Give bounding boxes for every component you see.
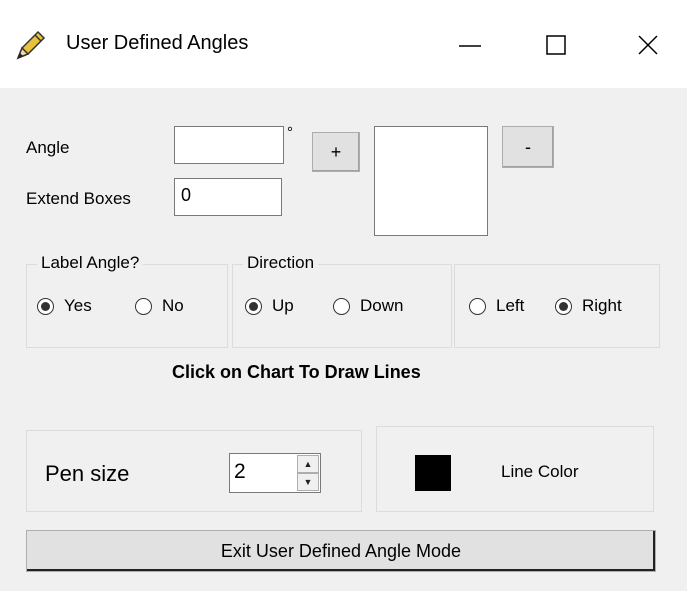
radio-circle [333, 297, 350, 315]
minimize-icon [459, 45, 481, 47]
label-angle-no-radio[interactable]: No [135, 296, 184, 316]
direction-down-radio[interactable]: Down [333, 296, 403, 316]
pencil-icon [16, 30, 46, 60]
stepper-arrows: ▲ ▼ [297, 455, 319, 491]
pen-size-value: 2 [234, 460, 246, 483]
degree-symbol: ° [287, 124, 293, 141]
extend-boxes-input[interactable]: 0 [174, 178, 282, 216]
angle-input[interactable] [174, 126, 284, 164]
line-color-swatch[interactable] [415, 455, 451, 491]
radio-selected-dot [559, 301, 568, 311]
radio-label: No [162, 296, 184, 315]
label-angle-yes-radio[interactable]: Yes [37, 296, 92, 316]
minimize-button[interactable] [442, 20, 498, 70]
pen-size-label: Pen size [45, 461, 130, 486]
close-button[interactable] [620, 20, 676, 70]
close-icon [638, 35, 658, 55]
radio-circle [469, 297, 486, 315]
direction-right-radio[interactable]: Right [555, 296, 622, 316]
angle-label: Angle [26, 138, 70, 157]
direction-up-radio[interactable]: Up [245, 296, 294, 316]
pen-size-stepper[interactable]: 2 ▲ ▼ [229, 453, 321, 493]
label-angle-title: Label Angle? [37, 253, 144, 273]
radio-circle [37, 297, 54, 315]
radio-circle [135, 297, 152, 315]
title-bar: User Defined Angles [0, 0, 687, 88]
radio-label: Yes [64, 296, 92, 315]
line-color-group: Line Color [376, 426, 654, 512]
exit-angle-mode-button[interactable]: Exit User Defined Angle Mode [26, 530, 656, 572]
instruction-text: Click on Chart To Draw Lines [172, 362, 421, 382]
remove-angle-button[interactable]: - [502, 126, 554, 168]
pen-size-group: Pen size 2 ▲ ▼ [26, 430, 362, 512]
stepper-up-icon[interactable]: ▲ [297, 455, 319, 473]
horizontal-direction-group: Left Right [454, 264, 660, 348]
stepper-down-icon[interactable]: ▼ [297, 473, 319, 491]
direction-title: Direction [243, 253, 319, 273]
line-color-label: Line Color [501, 462, 579, 481]
radio-label: Up [272, 296, 294, 315]
radio-circle [245, 297, 262, 315]
maximize-icon [546, 35, 566, 55]
radio-label: Down [360, 296, 404, 315]
radio-selected-dot [41, 301, 50, 311]
angle-list[interactable] [374, 126, 488, 236]
label-angle-group: Label Angle? Yes No [26, 253, 228, 348]
direction-group: Direction Up Down [232, 253, 452, 348]
add-angle-button[interactable]: + [312, 132, 360, 172]
maximize-button[interactable] [528, 20, 584, 70]
extend-boxes-label: Extend Boxes [26, 189, 131, 208]
dialog-window: User Defined Angles Angle ° + - Extend B… [0, 0, 687, 591]
radio-circle [555, 297, 572, 315]
radio-selected-dot [249, 301, 258, 311]
radio-label: Right [582, 296, 622, 315]
direction-left-radio[interactable]: Left [469, 296, 524, 316]
radio-label: Left [496, 296, 525, 315]
window-title: User Defined Angles [66, 32, 249, 54]
